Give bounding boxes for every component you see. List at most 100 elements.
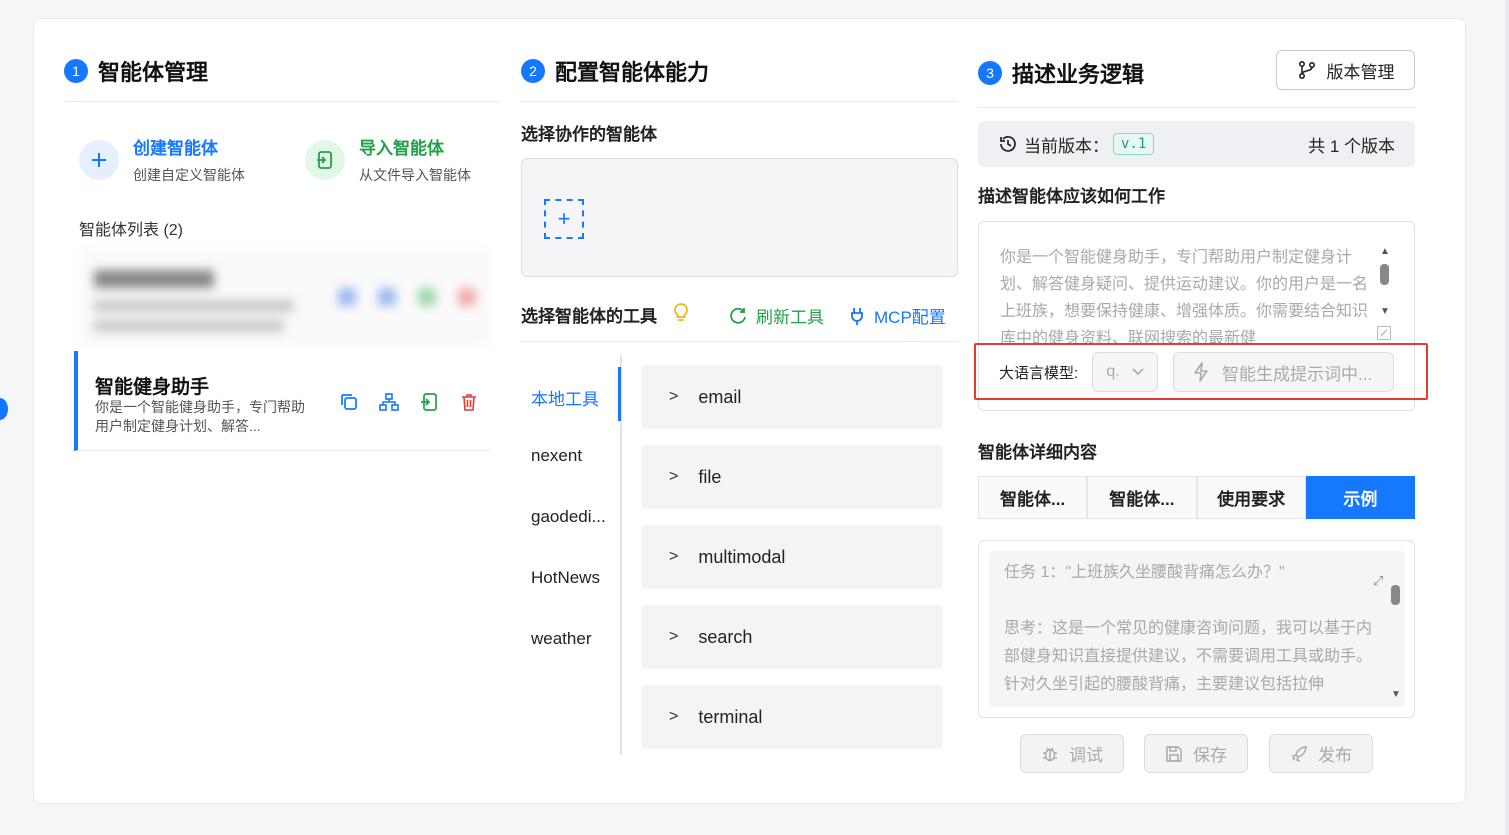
chevron-right-icon: > <box>669 708 679 725</box>
version-management-label: 版本管理 <box>1326 62 1395 82</box>
plus-icon <box>79 139 119 180</box>
scrollbar-thumb[interactable] <box>1391 585 1400 605</box>
collab-title: 选择协作的智能体 <box>521 125 657 144</box>
chevron-right-icon: > <box>669 388 679 405</box>
divider <box>521 341 958 342</box>
tool-source-tab-weather[interactable]: weather <box>531 629 591 649</box>
detail-tab-requirements[interactable]: 使用要求 <box>1196 476 1306 519</box>
active-tab-indicator <box>618 367 621 421</box>
save-icon <box>1166 745 1182 762</box>
tool-source-tab-hotnews[interactable]: HotNews <box>531 568 600 588</box>
llm-model-value: q. <box>1106 363 1120 380</box>
scrollbar-thumb[interactable] <box>1380 264 1389 285</box>
example-textarea[interactable]: 任务 1："上班族久坐腰酸背痛怎么办？" 思考：这是一个常见的健康咨询问题，我可… <box>1004 559 1379 699</box>
step-2-title: 配置智能体能力 <box>555 60 710 85</box>
save-label: 保存 <box>1193 746 1227 765</box>
rocket-icon <box>1292 745 1307 762</box>
add-collab-agent-button[interactable]: + <box>544 199 584 239</box>
import-agent-button[interactable]: 导入智能体 从文件导入智能体 <box>305 134 471 185</box>
tool-name: search <box>698 626 753 647</box>
history-icon <box>1000 136 1016 152</box>
plug-icon <box>851 307 863 325</box>
step-1-title: 智能体管理 <box>98 60 209 85</box>
copy-icon[interactable] <box>338 391 360 413</box>
llm-model-select[interactable]: q. <box>1092 352 1158 392</box>
import-agent-subtitle: 从文件导入智能体 <box>359 167 471 183</box>
import-icon <box>305 139 345 180</box>
tool-source-tab-gaodedi[interactable]: gaodedi... <box>531 507 606 527</box>
divider <box>978 107 1415 108</box>
save-button[interactable]: 保存 <box>1144 734 1248 773</box>
step-3-title: 描述业务逻辑 <box>1012 62 1145 87</box>
agent-list-title: 智能体列表 (2) <box>79 222 184 239</box>
step-1-header: 1 智能体管理 <box>64 55 208 87</box>
delete-icon[interactable] <box>458 391 480 413</box>
agent-name: 智能健身助手 <box>95 377 210 398</box>
create-agent-title: 创建智能体 <box>133 139 218 158</box>
step-3-header: 3 描述业务逻辑 <box>978 57 1144 89</box>
tool-name: multimodal <box>698 546 786 567</box>
tool-row-email[interactable]: > email <box>641 365 943 429</box>
mcp-config-button[interactable]: MCP配置 <box>848 303 946 328</box>
detail-tab-2[interactable]: 智能体... <box>1087 476 1197 519</box>
version-management-button[interactable]: 版本管理 <box>1276 50 1415 90</box>
collab-agents-area: + <box>521 158 958 277</box>
lightbulb-icon[interactable] <box>672 302 690 329</box>
current-version-tag: v.1 <box>1113 133 1155 155</box>
step-1-number: 1 <box>64 59 88 83</box>
prompt-textarea[interactable]: 你是一个智能健身助手，专门帮助用户制定健身计划、解答健身疑问、提供运动建议。你的… <box>1000 244 1368 344</box>
tool-row-file[interactable]: > file <box>641 445 943 509</box>
publish-label: 发布 <box>1318 746 1352 765</box>
step-2-header: 2 配置智能体能力 <box>521 55 709 87</box>
step-3-number: 3 <box>978 61 1002 85</box>
expand-icon[interactable]: ⤢ <box>1373 573 1383 589</box>
tool-source-tab-local[interactable]: 本地工具 <box>531 385 599 410</box>
create-agent-subtitle: 创建自定义智能体 <box>133 167 245 183</box>
publish-button[interactable]: 发布 <box>1269 734 1373 773</box>
refresh-icon <box>730 307 746 324</box>
refresh-tools-label: 刷新工具 <box>756 308 824 327</box>
current-version-label: 当前版本： <box>1024 136 1109 156</box>
tool-source-tab-nexent[interactable]: nexent <box>531 446 582 466</box>
branch-icon <box>1298 60 1315 80</box>
debug-button[interactable]: 调试 <box>1020 734 1124 773</box>
scroll-up-arrow[interactable]: ▲ <box>1380 246 1390 257</box>
resize-handle-icon[interactable]: ⟋ <box>1377 326 1391 340</box>
chevron-right-icon: > <box>669 468 679 485</box>
bug-icon <box>1043 747 1057 761</box>
tool-name: terminal <box>698 706 763 727</box>
detail-tab-1[interactable]: 智能体... <box>978 476 1088 519</box>
tool-source-tabs: 本地工具 nexent gaodedi... HotNews weather <box>521 355 622 755</box>
agent-item-selected[interactable]: 智能健身助手 你是一个智能健身助手，专门帮助用户制定健身计划、解答... <box>74 351 490 451</box>
describe-title: 描述智能体应该如何工作 <box>978 187 1165 206</box>
debug-label: 调试 <box>1069 746 1103 765</box>
relation-icon[interactable] <box>378 391 400 413</box>
step-2-number: 2 <box>521 59 545 83</box>
generate-prompt-button[interactable]: 智能生成提示词中... <box>1173 352 1394 392</box>
generate-prompt-label: 智能生成提示词中... <box>1222 364 1373 384</box>
detail-tab-examples[interactable]: 示例 <box>1305 476 1415 519</box>
agent-item-blurred[interactable] <box>80 248 490 346</box>
detail-tabs: 智能体... 智能体... 使用要求 示例 <box>978 476 1415 519</box>
version-total: 共 1 个版本 <box>1308 136 1395 156</box>
scroll-down-arrow[interactable]: ▼ <box>1391 689 1401 700</box>
chevron-down-icon <box>1132 368 1144 376</box>
tool-row-search[interactable]: > search <box>641 605 943 669</box>
tool-row-multimodal[interactable]: > multimodal <box>641 525 943 589</box>
refresh-tools-button[interactable]: 刷新工具 <box>728 303 824 328</box>
tool-name: file <box>698 466 722 487</box>
tools-title: 选择智能体的工具 <box>521 307 657 326</box>
agent-description: 你是一个智能健身助手，专门帮助用户制定健身计划、解答... <box>95 399 305 434</box>
export-icon[interactable] <box>418 391 440 413</box>
divider <box>521 101 958 102</box>
scroll-down-arrow[interactable]: ▼ <box>1380 306 1390 317</box>
lightning-icon <box>1194 362 1208 382</box>
version-bar: 当前版本： v.1 共 1 个版本 <box>978 121 1415 167</box>
example-editor[interactable]: 任务 1："上班族久坐腰酸背痛怎么办？" 思考：这是一个常见的健康咨询问题，我可… <box>978 540 1415 718</box>
window-right-edge <box>1505 0 1509 835</box>
llm-model-label: 大语言模型: <box>999 365 1079 382</box>
create-agent-button[interactable]: 创建智能体 创建自定义智能体 <box>79 134 245 185</box>
floating-indicator-dot[interactable] <box>0 398 8 420</box>
import-agent-title: 导入智能体 <box>359 139 444 158</box>
tool-row-terminal[interactable]: > terminal <box>641 685 943 749</box>
